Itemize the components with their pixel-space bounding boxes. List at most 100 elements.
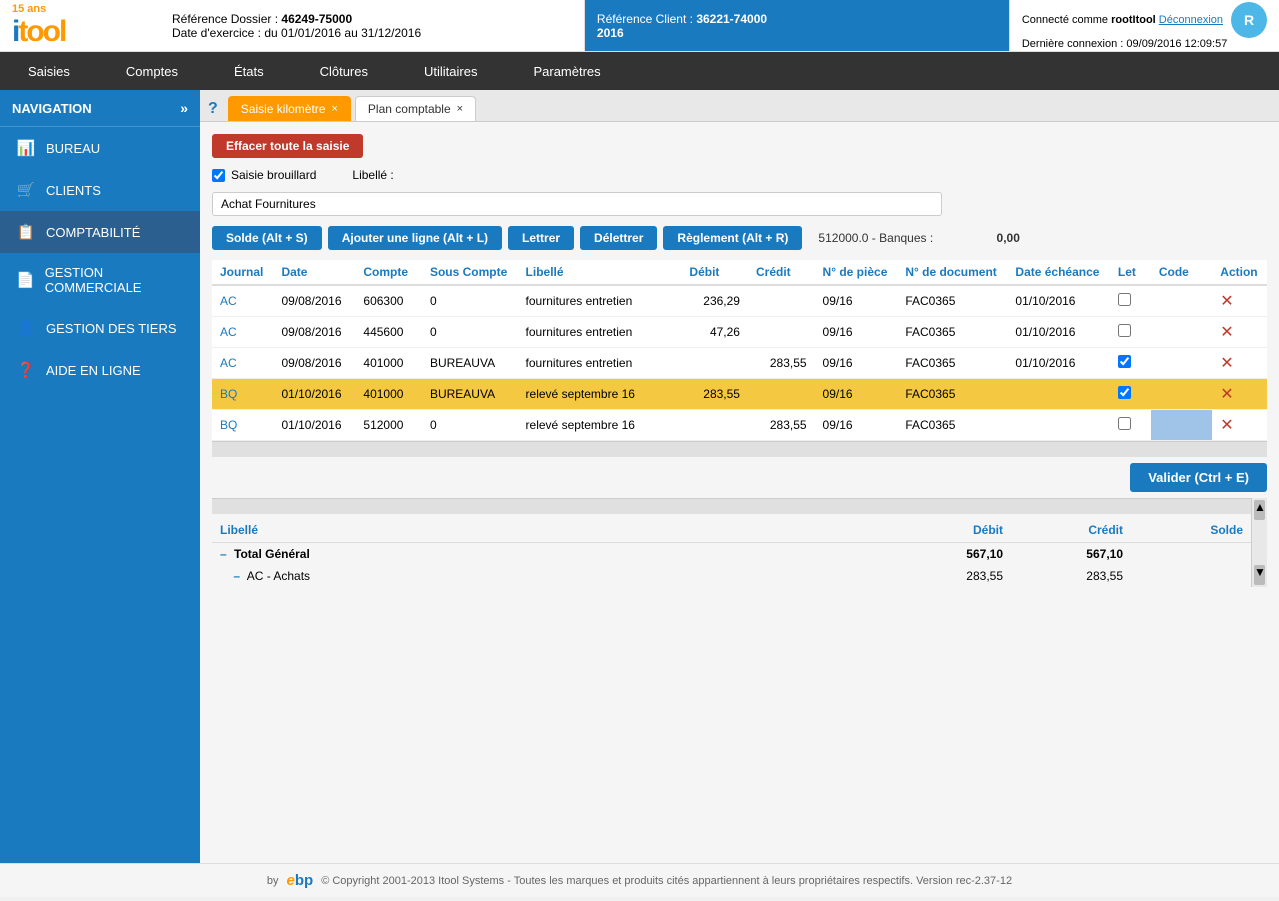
connected-label: Connecté comme: [1022, 14, 1108, 26]
sidebar-item-clients[interactable]: 🛒 CLIENTS: [0, 169, 200, 211]
content-area: Effacer toute la saisie Saisie brouillar…: [200, 122, 1279, 599]
navbar: Saisies Comptes États Clôtures Utilitair…: [0, 52, 1279, 90]
let-checkbox[interactable]: [1118, 324, 1131, 337]
nav-saisies[interactable]: Saisies: [0, 52, 98, 90]
solde-button[interactable]: Solde (Alt + S): [212, 226, 322, 250]
sidebar-item-aide[interactable]: ❓ AIDE EN LIGNE: [0, 349, 200, 391]
action-cell[interactable]: ✕: [1212, 285, 1267, 317]
scrollbar-up[interactable]: ▲: [1254, 500, 1265, 520]
table-cell: AC: [212, 348, 273, 379]
let-cell[interactable]: [1110, 379, 1151, 410]
summary-scrollbar[interactable]: ▲ ▼: [1251, 498, 1267, 587]
sidebar-item-bureau[interactable]: 📊 BUREAU: [0, 127, 200, 169]
sidebar-item-gestion-tiers[interactable]: 👤 GESTION DES TIERS: [0, 307, 200, 349]
tab-saisie-kilometre[interactable]: Saisie kilomètre ×: [228, 96, 351, 121]
footer-by: by: [267, 875, 279, 887]
sidebar-item-gestion-commerciale[interactable]: 📄 GESTION COMMERCIALE: [0, 253, 200, 307]
nav-comptes[interactable]: Comptes: [98, 52, 206, 90]
expand-icon[interactable]: –: [233, 569, 240, 583]
ajouter-button[interactable]: Ajouter une ligne (Alt + L): [328, 226, 502, 250]
data-table-wrapper: Journal Date Compte Sous Compte Libellé …: [212, 260, 1267, 441]
th-libelle: Libellé: [518, 260, 682, 285]
footer: by ebp © Copyright 2001-2013 Itool Syste…: [0, 863, 1279, 897]
action-cell[interactable]: ✕: [1212, 379, 1267, 410]
logo-area: 15 ans itool: [0, 0, 160, 51]
delete-icon[interactable]: ✕: [1220, 417, 1233, 434]
th-compte: Compte: [355, 260, 422, 285]
delete-icon[interactable]: ✕: [1220, 324, 1233, 341]
sidebar-item-bureau-label: BUREAU: [46, 141, 100, 156]
sidebar-item-comptabilite-label: COMPTABILITÉ: [46, 225, 140, 240]
table-cell: 0: [422, 317, 518, 348]
table-cell: fournitures entretien: [518, 317, 682, 348]
saisie-brouillard-checkbox[interactable]: [212, 169, 225, 182]
tab-plan-comptable-close[interactable]: ×: [457, 103, 463, 115]
let-checkbox[interactable]: [1118, 293, 1131, 306]
lettrer-button[interactable]: Lettrer: [508, 226, 574, 250]
sidebar-item-comptabilite[interactable]: 📋 COMPTABILITÉ: [0, 211, 200, 253]
table-cell: 606300: [355, 285, 422, 317]
tab-saisie-kilometre-close[interactable]: ×: [331, 103, 337, 115]
summary-section: Libellé Débit Crédit Solde – Total Génér…: [212, 498, 1267, 587]
table-cell: 09/16: [815, 410, 898, 441]
let-checkbox[interactable]: [1118, 417, 1131, 430]
table-cell: [681, 410, 748, 441]
reglement-button[interactable]: Règlement (Alt + R): [663, 226, 802, 250]
deconnexion-link[interactable]: Déconnexion: [1159, 14, 1223, 26]
horizontal-scrollbar[interactable]: [212, 441, 1267, 457]
nav-parametres[interactable]: Paramètres: [505, 52, 628, 90]
table-header-row: Journal Date Compte Sous Compte Libellé …: [212, 260, 1267, 285]
table-cell: 09/16: [815, 348, 898, 379]
delete-icon[interactable]: ✕: [1220, 293, 1233, 310]
let-checkbox[interactable]: [1118, 355, 1131, 368]
table-cell: 236,29: [681, 285, 748, 317]
effacer-button[interactable]: Effacer toute la saisie: [212, 134, 363, 158]
let-cell[interactable]: [1110, 285, 1151, 317]
scrollbar-down[interactable]: ▼: [1254, 565, 1265, 585]
gestion-tiers-icon: 👤: [16, 319, 36, 337]
expand-icon[interactable]: –: [220, 547, 227, 561]
let-cell[interactable]: [1110, 317, 1151, 348]
sidebar-item-clients-label: CLIENTS: [46, 183, 101, 198]
table-row: AC09/08/2016401000BUREAUVAfournitures en…: [212, 348, 1267, 379]
gestion-commerciale-icon: 📄: [16, 271, 35, 289]
sidebar-collapse-icon[interactable]: »: [180, 100, 188, 116]
table-cell: BQ: [212, 379, 273, 410]
action-cell[interactable]: ✕: [1212, 410, 1267, 441]
header: 15 ans itool Référence Dossier : 46249-7…: [0, 0, 1279, 52]
let-cell[interactable]: [1110, 348, 1151, 379]
ref-client-value: 36221-74000: [696, 12, 767, 26]
comptabilite-icon: 📋: [16, 223, 36, 241]
summary-credit: 567,10: [1011, 543, 1131, 566]
action-cell[interactable]: ✕: [1212, 348, 1267, 379]
logo-years: 15 ans: [12, 3, 46, 15]
nav-utilitaires[interactable]: Utilitaires: [396, 52, 505, 90]
action-cell[interactable]: ✕: [1212, 317, 1267, 348]
libelle-input[interactable]: [212, 192, 942, 216]
nav-etats[interactable]: États: [206, 52, 292, 90]
summary-th-libelle: Libellé: [212, 518, 891, 543]
validate-button[interactable]: Valider (Ctrl + E): [1130, 463, 1267, 492]
code-cell: [1151, 348, 1212, 379]
sidebar: NAVIGATION » 📊 BUREAU 🛒 CLIENTS 📋 COMPTA…: [0, 90, 200, 863]
help-icon[interactable]: ?: [208, 100, 218, 118]
tab-plan-comptable[interactable]: Plan comptable ×: [355, 96, 476, 121]
ref-client-year: 2016: [597, 26, 624, 40]
th-document: N° de document: [897, 260, 1007, 285]
avatar: R: [1231, 2, 1267, 38]
tab-plan-comptable-label: Plan comptable: [368, 102, 451, 116]
aide-icon: ❓: [16, 361, 36, 379]
delete-icon[interactable]: ✕: [1220, 355, 1233, 372]
bottom-scrollbar[interactable]: [212, 498, 1251, 514]
footer-copyright: © Copyright 2001-2013 Itool Systems - To…: [321, 875, 1012, 887]
table-cell: [1007, 410, 1109, 441]
let-checkbox[interactable]: [1118, 386, 1131, 399]
table-cell: 09/16: [815, 285, 898, 317]
delettrer-button[interactable]: Délettrer: [580, 226, 657, 250]
let-cell[interactable]: [1110, 410, 1151, 441]
delete-icon[interactable]: ✕: [1220, 386, 1233, 403]
nav-clotures[interactable]: Clôtures: [292, 52, 396, 90]
table-cell: 445600: [355, 317, 422, 348]
libelle-field-label: Libellé :: [352, 168, 393, 182]
th-piece: N° de pièce: [815, 260, 898, 285]
